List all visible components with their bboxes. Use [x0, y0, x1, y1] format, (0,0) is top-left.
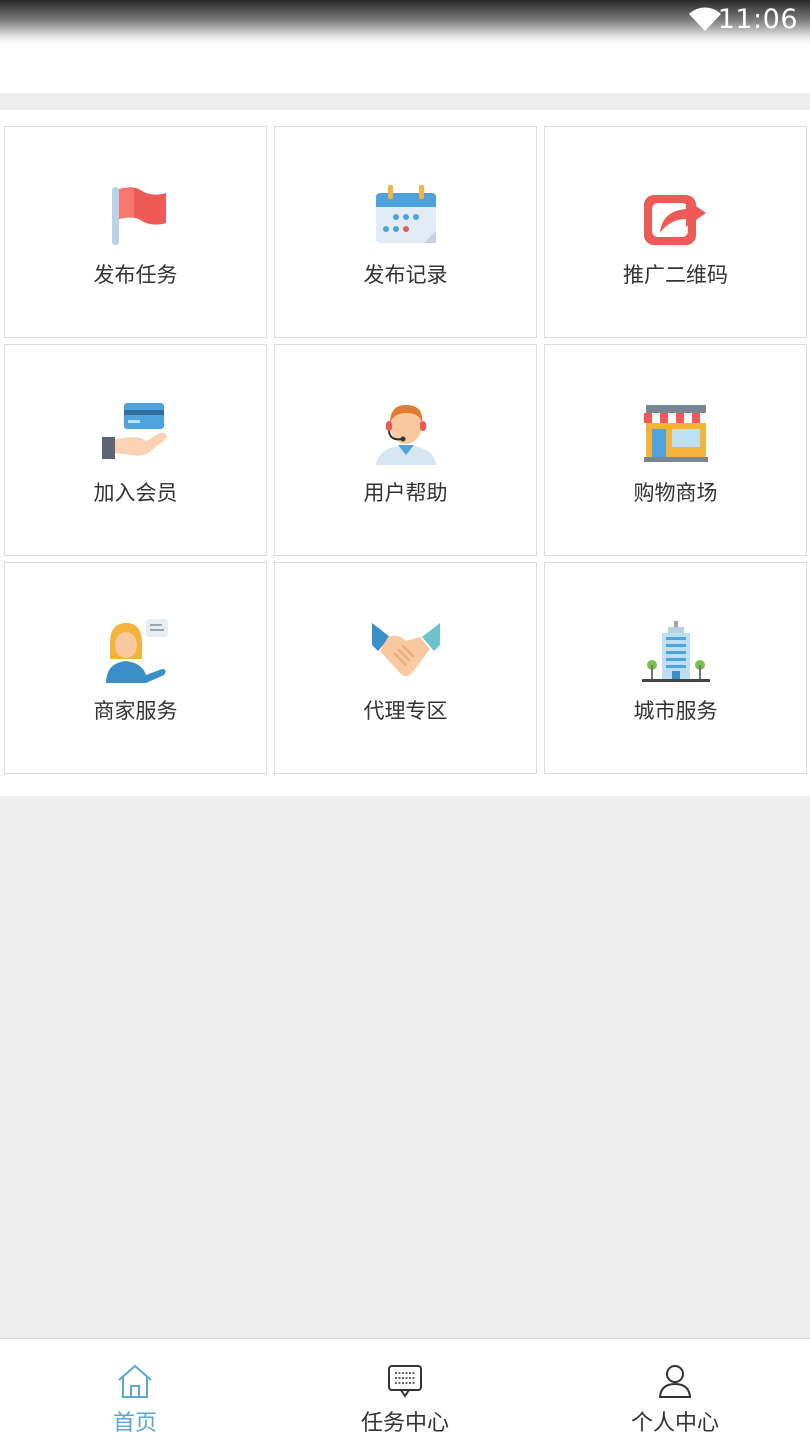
- menu-item-label: 用户帮助: [363, 481, 448, 505]
- menu-item-label: 购物商场: [633, 481, 718, 505]
- header-area: [0, 44, 810, 93]
- tab-label: 首页: [112, 1411, 157, 1436]
- bottom-tab-bar: 首页 任务中心 个人中心: [0, 1338, 810, 1440]
- menu-item-merchant-service[interactable]: 商家服务: [4, 562, 267, 774]
- status-time: 11:06: [717, 4, 798, 35]
- menu-item-promo-qrcode[interactable]: 推广二维码: [544, 126, 807, 338]
- home-icon: [118, 1364, 152, 1398]
- tab-label: 个人中心: [630, 1411, 719, 1436]
- status-bar: 11:06: [0, 0, 810, 44]
- menu-item-agent-zone[interactable]: 代理专区: [274, 562, 537, 774]
- menu-item-label: 代理专区: [363, 699, 448, 723]
- tab-personal-center[interactable]: 个人中心: [540, 1339, 810, 1440]
- storefront-icon: [643, 405, 708, 462]
- red-flag-icon: [111, 187, 166, 245]
- customer-service-agent-icon: [375, 405, 436, 465]
- share-icon: [643, 195, 706, 245]
- menu-item-join-member[interactable]: 加入会员: [4, 344, 267, 556]
- menu-item-publish-task[interactable]: 发布任务: [4, 126, 267, 338]
- calendar-icon: [375, 185, 436, 243]
- message-board-icon: [388, 1365, 422, 1398]
- menu-item-label: 发布记录: [363, 263, 448, 287]
- menu-grid: 发布任务 发布记录 推广二维码 加入会员 用户帮助 购物商场 商家服务 代理专区…: [0, 110, 810, 796]
- menu-item-publish-records[interactable]: 发布记录: [274, 126, 537, 338]
- tab-label: 任务中心: [360, 1411, 449, 1436]
- menu-item-label: 商家服务: [93, 699, 178, 723]
- card-in-hand-icon: [101, 403, 166, 459]
- merchant-woman-icon: [105, 619, 168, 683]
- menu-item-label: 加入会员: [93, 481, 178, 505]
- menu-item-city-service[interactable]: 城市服务: [544, 562, 807, 774]
- user-icon: [658, 1365, 692, 1398]
- handshake-icon: [371, 623, 440, 676]
- city-building-icon: [641, 621, 710, 682]
- menu-item-label: 城市服务: [633, 699, 718, 723]
- tab-task-center[interactable]: 任务中心: [270, 1339, 540, 1440]
- menu-item-label: 发布任务: [93, 263, 178, 287]
- menu-item-user-help[interactable]: 用户帮助: [274, 344, 537, 556]
- tab-home[interactable]: 首页: [0, 1339, 270, 1440]
- menu-item-label: 推广二维码: [623, 263, 728, 287]
- menu-item-shopping-mall[interactable]: 购物商场: [544, 344, 807, 556]
